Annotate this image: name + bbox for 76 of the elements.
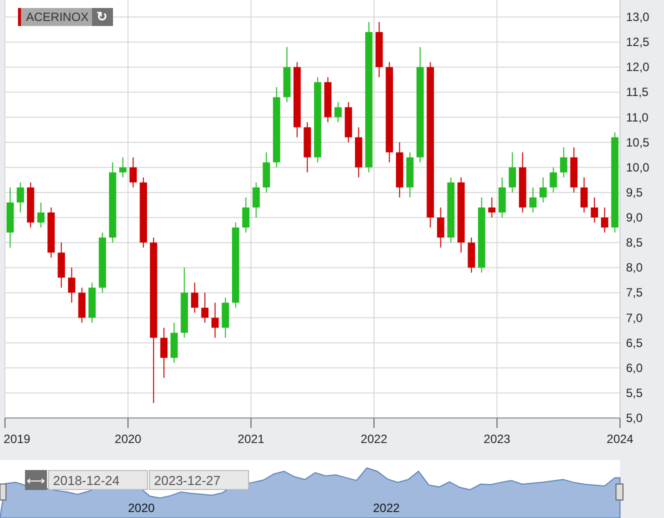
candle (601, 206, 608, 234)
candle (37, 202, 45, 228)
candle (334, 102, 342, 123)
axis-label: 2020 (114, 432, 142, 446)
legend-label: ACERINOX (18, 8, 92, 26)
axis-label: 2024 (606, 432, 634, 446)
candle (540, 176, 547, 203)
candle (130, 156, 137, 188)
axis-label: 8,5 (626, 236, 643, 250)
axis-label: 6,0 (626, 360, 643, 375)
candle (580, 176, 588, 213)
candle (201, 292, 208, 324)
candle (508, 152, 516, 193)
candle (211, 302, 219, 338)
candle (170, 322, 178, 364)
candle (160, 327, 168, 378)
range-handle[interactable] (616, 484, 624, 500)
candle (304, 122, 311, 173)
candle (396, 142, 404, 198)
candle (191, 282, 198, 314)
axis-label: 2021 (238, 432, 264, 446)
candle (376, 22, 383, 78)
candle (58, 242, 65, 288)
candle (324, 76, 332, 123)
candle (78, 287, 86, 324)
candle (518, 152, 526, 213)
axis-label: 12,0 (626, 60, 650, 74)
candle (560, 146, 568, 178)
range-button[interactable]: ⟷ (25, 470, 47, 490)
range-handle[interactable] (0, 484, 6, 500)
candle (355, 126, 362, 178)
candle (252, 182, 260, 218)
candle (488, 196, 496, 218)
date-field[interactable]: 2023-12-27 (149, 470, 249, 490)
axis-label: 10,5 (626, 135, 650, 150)
axis-label: 9,0 (626, 210, 643, 224)
candle (119, 156, 126, 178)
axis-label: 5,5 (626, 386, 643, 400)
candle (262, 152, 270, 193)
candle (68, 267, 76, 304)
candle (26, 182, 34, 228)
axis-label: 2023 (484, 432, 510, 446)
axis-label: 9,5 (626, 185, 643, 200)
candle (529, 186, 537, 213)
candle (222, 297, 230, 338)
axis-label: 12,5 (626, 35, 650, 50)
candle (6, 186, 14, 248)
axis-label: 7,0 (626, 310, 643, 325)
refresh-button[interactable]: ↻ (92, 8, 113, 26)
candle (344, 102, 352, 143)
candle (590, 196, 598, 223)
axis-label: 2022 (360, 432, 388, 446)
axis-label: 7,5 (626, 286, 643, 300)
axis-label: 11,0 (626, 110, 648, 124)
candle (550, 166, 557, 193)
candle (570, 146, 578, 193)
axis-label: 5,0 (626, 411, 643, 425)
axis-label: 2019 (4, 432, 30, 446)
candle (88, 282, 96, 324)
axis-label: 10,0 (626, 160, 650, 174)
axis-label: 2020 (128, 501, 155, 515)
candle (283, 46, 291, 103)
candle (437, 206, 444, 248)
axis-label: 8,0 (626, 260, 643, 275)
axis-label: 6,5 (626, 336, 643, 350)
axis-label: 13,0 (626, 10, 650, 24)
axis-label: 2022 (373, 501, 400, 515)
candle (242, 196, 250, 234)
candle (16, 182, 24, 213)
candle (180, 267, 188, 338)
date-field[interactable]: 2018-12-24 (48, 470, 148, 490)
candle (48, 206, 55, 258)
candle (498, 176, 506, 218)
candle (406, 152, 414, 198)
candle (468, 237, 476, 274)
axis-label: 11,5 (626, 85, 648, 100)
